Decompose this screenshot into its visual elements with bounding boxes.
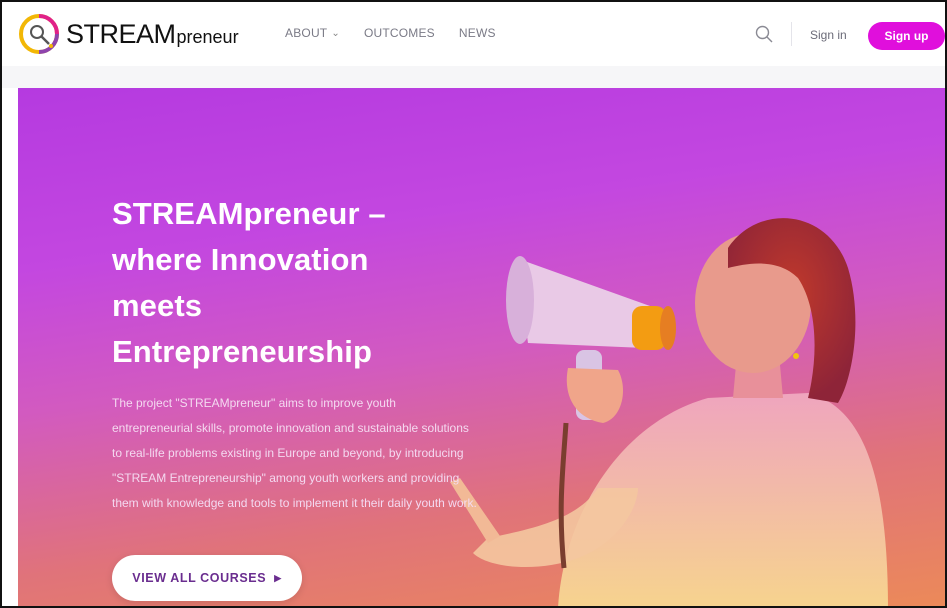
brand-name-suffix: preneur xyxy=(176,26,239,47)
nav-item-label: OUTCOMES xyxy=(363,26,435,40)
hero-banner: STREAMpreneur – where Innovation meets E… xyxy=(18,88,945,606)
nav-item-outcomes[interactable]: OUTCOMES xyxy=(364,26,435,40)
header-spacer xyxy=(2,66,945,88)
brand-logo-icon xyxy=(18,13,60,55)
page-frame: STREAM preneur ABOUT ⌄ OUTCOMES NEWS Sig… xyxy=(0,0,947,608)
hero-title-line: Entrepreneurship xyxy=(112,334,372,369)
nav-item-about[interactable]: ABOUT ⌄ xyxy=(285,26,340,40)
cta-label: VIEW ALL COURSES xyxy=(132,571,267,585)
nav-item-label: NEWS xyxy=(458,26,496,40)
search-icon[interactable] xyxy=(754,24,774,44)
chevron-down-icon: ⌄ xyxy=(331,27,340,39)
view-all-courses-button[interactable]: VIEW ALL COURSES ▶ xyxy=(112,555,302,601)
sign-in-link[interactable]: Sign in xyxy=(810,28,847,42)
nav-item-label: ABOUT xyxy=(285,26,328,40)
header-divider xyxy=(791,22,792,46)
hero-description: The project "STREAMpreneur" aims to impr… xyxy=(112,396,477,510)
hero-title: STREAMpreneur – where Innovation meets E… xyxy=(112,191,472,375)
hero-title-line: meets xyxy=(112,288,203,323)
brand-name: STREAM xyxy=(66,18,176,49)
sign-up-button[interactable]: Sign up xyxy=(868,22,945,50)
triangle-right-icon: ▶ xyxy=(274,572,282,583)
nav-item-news[interactable]: NEWS xyxy=(459,26,496,40)
hero-title-line: where Innovation xyxy=(112,242,369,277)
brand-logo-link[interactable]: STREAM preneur xyxy=(18,14,239,54)
hero-title-line: STREAMpreneur – xyxy=(112,196,386,231)
main-nav: ABOUT ⌄ OUTCOMES NEWS xyxy=(285,26,520,40)
site-header: STREAM preneur ABOUT ⌄ OUTCOMES NEWS Sig… xyxy=(2,2,945,66)
